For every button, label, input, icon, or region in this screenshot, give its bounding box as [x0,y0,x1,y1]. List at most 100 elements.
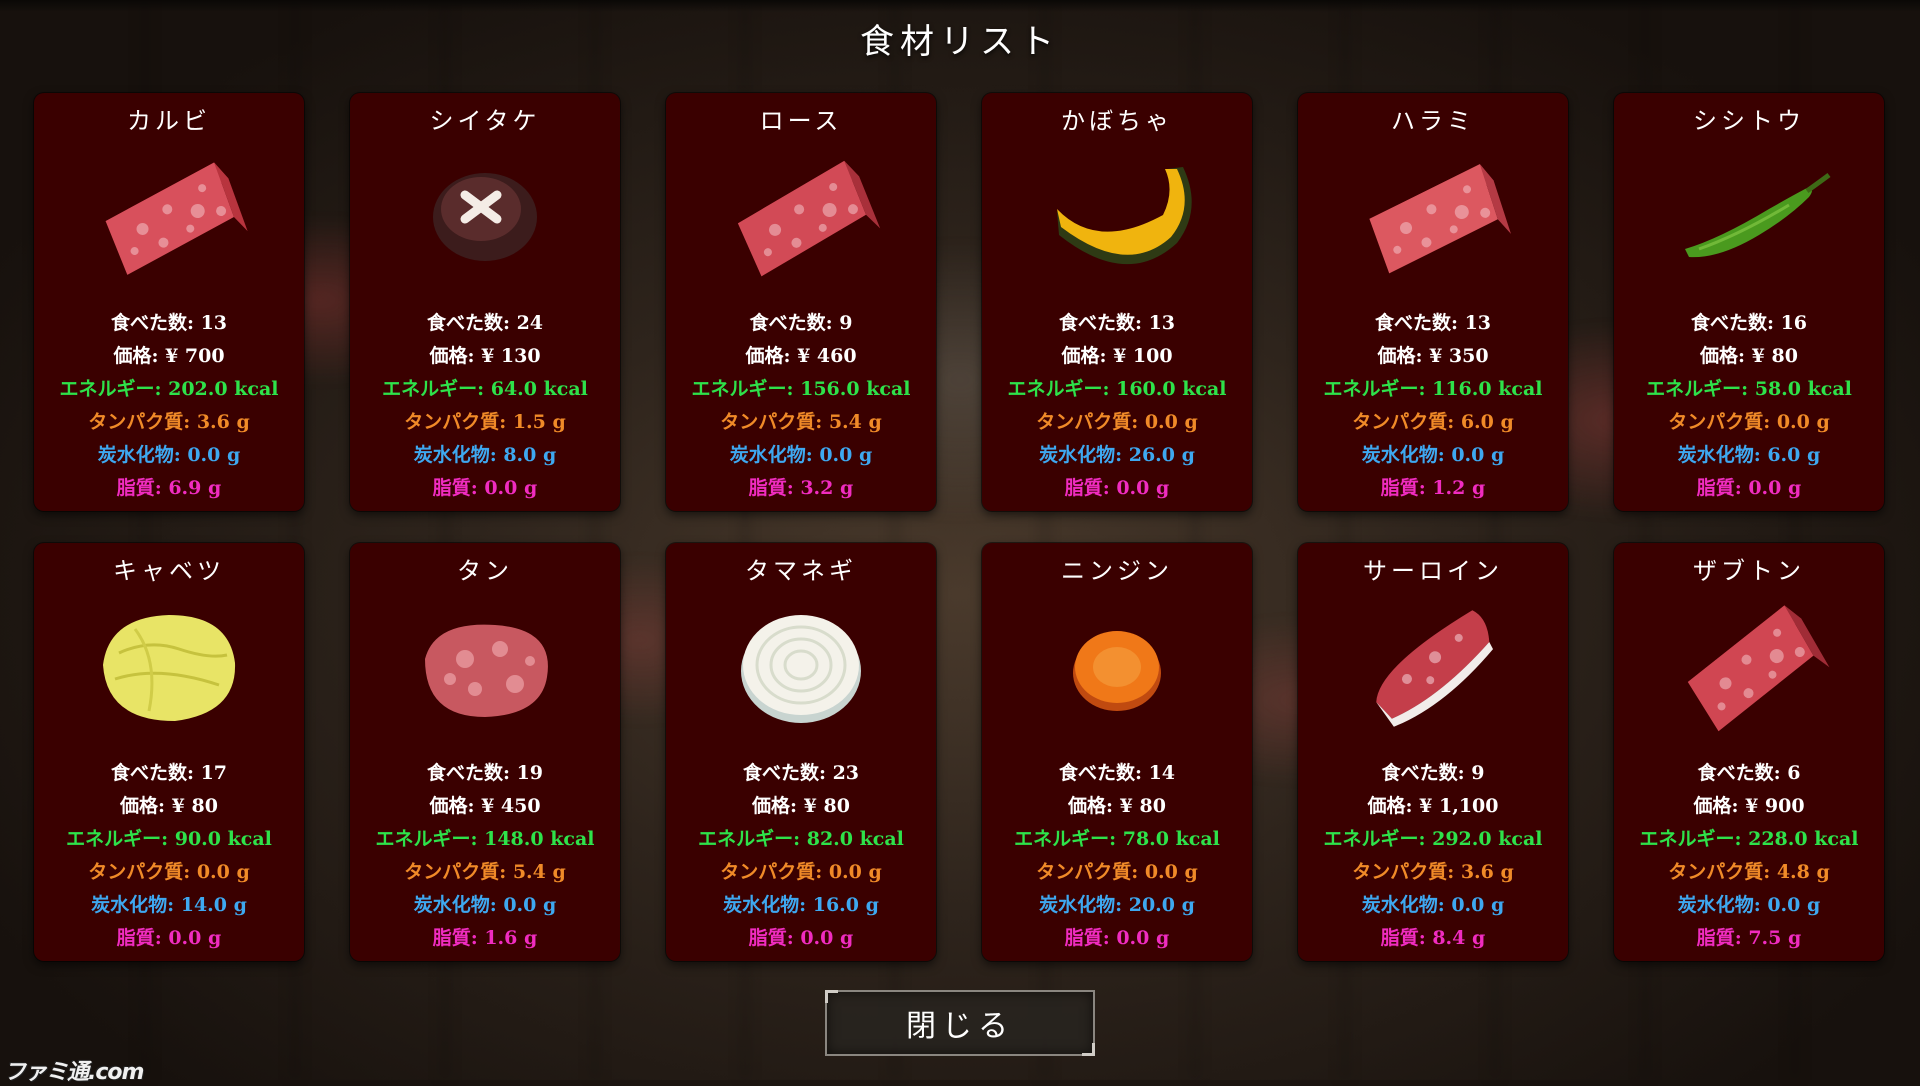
energy: エネルギー: 292.0 kcal [1323,828,1543,850]
ingredient-card[interactable]: ザブトン 食べた数: 6 価格: ¥ 900 エネルギー: 228.0 kcal… [1614,543,1884,961]
tongue-meat-icon [395,589,575,739]
ingredient-card[interactable]: シイタケ 食べた数: 24 価格: ¥ 130 エネルギー: 64.0 kcal… [350,93,620,511]
eaten-count: 食べた数: 24 [426,312,544,334]
energy: エネルギー: 228.0 kcal [1639,828,1859,850]
protein: タンパク質: 0.0 g [1036,861,1198,883]
carbohydrate: 炭水化物: 0.0 g [1677,894,1821,916]
price: 価格: ¥ 80 [1700,345,1798,367]
ingredient-card[interactable]: シシトウ 食べた数: 16 価格: ¥ 80 エネルギー: 58.0 kcal … [1614,93,1884,511]
price: 価格: ¥ 80 [1068,795,1166,817]
ingredient-card[interactable]: ロース 食べた数: 9 価格: ¥ 460 エネルギー: 156.0 kcal … [666,93,936,511]
eaten-count: 食べた数: 14 [1058,762,1176,784]
shishito-pepper-icon [1659,139,1839,289]
price: 価格: ¥ 460 [745,345,857,367]
eaten-count: 食べた数: 23 [742,762,860,784]
ingredient-name: ハラミ [1391,107,1475,135]
protein: タンパク質: 5.4 g [720,411,882,433]
fat: 脂質: 1.6 g [432,927,538,949]
ingredient-card[interactable]: かぼちゃ 食べた数: 13 価格: ¥ 100 エネルギー: 160.0 kca… [982,93,1252,511]
price: 価格: ¥ 130 [429,345,541,367]
carbohydrate: 炭水化物: 0.0 g [729,444,873,466]
eaten-count: 食べた数: 6 [1697,762,1801,784]
energy: エネルギー: 82.0 kcal [698,828,904,850]
protein: タンパク質: 0.0 g [1668,411,1830,433]
carbohydrate: 炭水化物: 0.0 g [97,444,241,466]
eaten-count: 食べた数: 17 [110,762,228,784]
carrot-slice-icon [1027,589,1207,739]
protein: タンパク質: 1.5 g [404,411,566,433]
ingredient-card[interactable]: キャベツ 食べた数: 17 価格: ¥ 80 エネルギー: 90.0 kcal … [34,543,304,961]
carbohydrate: 炭水化物: 0.0 g [1361,444,1505,466]
ingredient-card[interactable]: ハラミ 食べた数: 13 価格: ¥ 350 エネルギー: 116.0 kcal… [1298,93,1568,511]
ingredient-card[interactable]: タン 食べた数: 19 価格: ¥ 450 エネルギー: 148.0 kcal … [350,543,620,961]
ingredient-name: タン [457,557,513,585]
fat: 脂質: 0.0 g [1064,477,1170,499]
fat: 脂質: 0.0 g [432,477,538,499]
energy: エネルギー: 156.0 kcal [691,378,911,400]
carbohydrate: 炭水化物: 20.0 g [1039,894,1195,916]
energy: エネルギー: 78.0 kcal [1014,828,1220,850]
ingredient-name: ロース [759,107,843,135]
zabuton-meat-icon [1659,589,1839,739]
eaten-count: 食べた数: 16 [1690,312,1808,334]
watermark-logo: ファミ通.com [4,1060,144,1085]
karubi-meat-icon [79,139,259,289]
fat: 脂質: 0.0 g [748,927,854,949]
ingredient-name: シシトウ [1693,107,1805,135]
eaten-count: 食べた数: 19 [426,762,544,784]
price: 価格: ¥ 100 [1061,345,1173,367]
fat: 脂質: 7.5 g [1696,927,1802,949]
carbohydrate: 炭水化物: 26.0 g [1039,444,1195,466]
fat: 脂質: 6.9 g [116,477,222,499]
fat: 脂質: 1.2 g [1380,477,1486,499]
page-title: 食材リスト [860,22,1060,62]
protein: タンパク質: 3.6 g [1352,861,1514,883]
sirloin-meat-icon [1343,589,1523,739]
harami-meat-icon [1343,139,1523,289]
energy: エネルギー: 64.0 kcal [382,378,588,400]
carbohydrate: 炭水化物: 6.0 g [1677,444,1821,466]
protein: タンパク質: 5.4 g [404,861,566,883]
protein: タンパク質: 4.8 g [1668,861,1830,883]
ingredient-grid: カルビ 食べた数: 13 価格: ¥ 700 エネルギー: 202.0 kcal… [34,93,1886,961]
eaten-count: 食べた数: 13 [110,312,228,334]
ingredient-card[interactable]: カルビ 食べた数: 13 価格: ¥ 700 エネルギー: 202.0 kcal… [34,93,304,511]
energy: エネルギー: 202.0 kcal [59,378,279,400]
fat: 脂質: 0.0 g [116,927,222,949]
cabbage-icon [79,589,259,739]
fat: 脂質: 0.0 g [1064,927,1170,949]
fat: 脂質: 3.2 g [748,477,854,499]
ingredient-name: シイタケ [429,107,541,135]
ingredient-card[interactable]: サーロイン 食べた数: 9 価格: ¥ 1,100 エネルギー: 292.0 k… [1298,543,1568,961]
fat: 脂質: 0.0 g [1696,477,1802,499]
ingredient-card[interactable]: タマネギ 食べた数: 23 価格: ¥ 80 エネルギー: 82.0 kcal … [666,543,936,961]
carbohydrate: 炭水化物: 14.0 g [91,894,247,916]
eaten-count: 食べた数: 9 [749,312,853,334]
eaten-count: 食べた数: 13 [1058,312,1176,334]
ingredient-name: カルビ [127,107,211,135]
close-button[interactable]: 閉じる [825,990,1095,1056]
price: 価格: ¥ 80 [120,795,218,817]
ingredient-name: ニンジン [1061,557,1173,585]
energy: エネルギー: 90.0 kcal [66,828,272,850]
protein: タンパク質: 6.0 g [1352,411,1514,433]
ingredient-name: ザブトン [1693,557,1805,585]
ingredient-name: かぼちゃ [1061,107,1173,135]
protein: タンパク質: 0.0 g [720,861,882,883]
ingredient-name: タマネギ [745,557,857,585]
ingredient-card[interactable]: ニンジン 食べた数: 14 価格: ¥ 80 エネルギー: 78.0 kcal … [982,543,1252,961]
energy: エネルギー: 116.0 kcal [1323,378,1543,400]
protein: タンパク質: 0.0 g [1036,411,1198,433]
price: 価格: ¥ 1,100 [1367,795,1499,817]
eaten-count: 食べた数: 13 [1374,312,1492,334]
shiitake-mushroom-icon [395,139,575,289]
protein: タンパク質: 0.0 g [88,861,250,883]
carbohydrate: 炭水化物: 0.0 g [413,894,557,916]
price: 価格: ¥ 350 [1377,345,1489,367]
top-shade [0,0,1920,12]
rosu-meat-icon [711,139,891,289]
carbohydrate: 炭水化物: 16.0 g [723,894,879,916]
protein: タンパク質: 3.6 g [88,411,250,433]
price: 価格: ¥ 700 [113,345,225,367]
pumpkin-slice-icon [1027,139,1207,289]
